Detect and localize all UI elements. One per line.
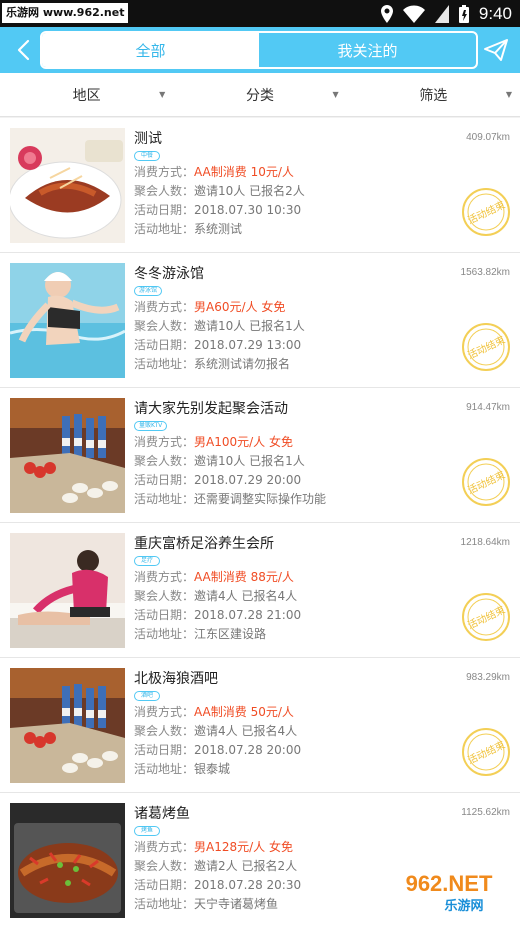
ended-stamp: 活动结束 [462, 593, 510, 641]
distance: 914.47km [466, 402, 510, 413]
activity-photo [10, 263, 125, 378]
svg-text:乐游网: 乐游网 [444, 898, 483, 914]
people-row: 聚会人数：邀请2人 已报名2人 [134, 859, 298, 873]
list-item[interactable]: 测试 409.07km 中餐 消费方式：AA制消费 10元/人 聚会人数：邀请1… [0, 118, 520, 253]
address-row: 活动地址：系统测试请勿报名 [134, 357, 291, 371]
category-tag: 足疗 [134, 556, 160, 566]
svg-text:962.NET: 962.NET [406, 871, 493, 896]
list-item[interactable]: 诸葛烤鱼 1125.62km 烤鱼 消费方式：男A128元/人 女免 聚会人数：… [0, 793, 520, 925]
watermark-badge: 乐游网 www.962.net [2, 3, 129, 23]
battery-icon [458, 4, 469, 23]
tab-all[interactable]: 全部 [42, 33, 259, 67]
list-item[interactable]: 重庆富桥足浴养生会所 1218.64km 足疗 消费方式：AA制消费 88元/人… [0, 523, 520, 658]
filter-region[interactable]: 地区 ▼ [0, 73, 173, 116]
activity-title: 测试 [134, 131, 162, 147]
dropdown-arrow-icon: ▼ [159, 90, 166, 99]
paper-plane-icon [484, 39, 508, 61]
activity-title: 冬冬游泳馆 [134, 266, 204, 282]
filter-region-label: 地区 [72, 87, 101, 104]
distance: 409.07km [466, 132, 510, 143]
list-item[interactable]: 请大家先别发起聚会活动 914.47km 量贩KTV 消费方式：男A100元/人… [0, 388, 520, 523]
filter-screen[interactable]: 筛选 ▼ [347, 73, 520, 116]
people-row: 聚会人数：邀请4人 已报名4人 [134, 589, 298, 603]
chevron-left-icon [17, 39, 30, 61]
filter-screen-label: 筛选 [419, 87, 448, 104]
cost-row: 消费方式：AA制消费 50元/人 [134, 705, 294, 719]
dropdown-arrow-icon: ▼ [505, 90, 512, 99]
activity-photo [10, 803, 125, 918]
activity-list: 测试 409.07km 中餐 消费方式：AA制消费 10元/人 聚会人数：邀请1… [0, 118, 520, 925]
top-bar: 全部 我关注的 [0, 27, 520, 73]
activity-title: 重庆富桥足浴养生会所 [134, 536, 274, 552]
date-row: 活动日期：2018.07.29 20:00 [134, 473, 302, 487]
people-row: 聚会人数：邀请4人 已报名4人 [134, 724, 298, 738]
address-row: 活动地址：银泰城 [134, 762, 231, 776]
activity-title: 诸葛烤鱼 [134, 806, 190, 822]
cost-row: 消费方式：男A100元/人 女免 [134, 435, 293, 449]
people-row: 聚会人数：邀请10人 已报名1人 [134, 319, 305, 333]
people-row: 聚会人数：邀请10人 已报名1人 [134, 454, 305, 468]
category-tag: 烤鱼 [134, 826, 160, 836]
address-row: 活动地址：系统测试 [134, 222, 243, 236]
list-item[interactable]: 冬冬游泳馆 1563.82km 游泳馆 消费方式：男A60元/人 女免 聚会人数… [0, 253, 520, 388]
segment-control: 全部 我关注的 [40, 31, 478, 69]
ended-stamp: 活动结束 [462, 323, 510, 371]
tab-following[interactable]: 我关注的 [259, 33, 476, 67]
filter-category-label: 分类 [245, 87, 274, 104]
activity-photo [10, 668, 125, 783]
filter-bar: 地区 ▼ 分类 ▼ 筛选 ▼ [0, 73, 520, 117]
category-tag: 游泳馆 [134, 286, 163, 296]
status-bar: 乐游网 www.962.net 9:40 [0, 0, 520, 27]
address-row: 活动地址：还需要调整实际操作功能 [134, 492, 327, 506]
ended-stamp: 活动结束 [462, 728, 510, 776]
clock: 9:40 [478, 3, 512, 23]
ended-stamp: 活动结束 [462, 458, 510, 506]
filter-category[interactable]: 分类 ▼ [173, 73, 346, 116]
site-watermark-logo: 962.NET 乐游网 [384, 867, 514, 915]
date-row: 活动日期：2018.07.28 20:00 [134, 743, 302, 757]
category-tag: 酒吧 [134, 691, 160, 701]
date-row: 活动日期：2018.07.28 20:30 [134, 878, 302, 892]
cost-row: 消费方式：男A128元/人 女免 [134, 840, 293, 854]
category-tag: 中餐 [134, 151, 160, 161]
address-row: 活动地址：天宁寺诸葛烤鱼 [134, 897, 279, 911]
date-row: 活动日期：2018.07.30 10:30 [134, 203, 302, 217]
ended-stamp: 活动结束 [462, 188, 510, 236]
activity-photo [10, 128, 125, 243]
people-row: 聚会人数：邀请10人 已报名2人 [134, 184, 305, 198]
signal-icon [434, 4, 449, 23]
distance: 1125.62km [461, 807, 510, 818]
distance: 1218.64km [460, 537, 510, 548]
cost-row: 消费方式：男A60元/人 女免 [134, 300, 286, 314]
list-item[interactable]: 北极海狼酒吧 983.29km 酒吧 消费方式：AA制消费 50元/人 聚会人数… [0, 658, 520, 793]
dropdown-arrow-icon: ▼ [332, 90, 339, 99]
publish-button[interactable] [478, 33, 514, 67]
wifi-icon [402, 5, 425, 23]
date-row: 活动日期：2018.07.29 13:00 [134, 338, 302, 352]
activity-photo [10, 398, 125, 513]
cost-row: 消费方式：AA制消费 88元/人 [134, 570, 294, 584]
distance: 983.29km [466, 672, 510, 683]
cost-row: 消费方式：AA制消费 10元/人 [134, 165, 294, 179]
date-row: 活动日期：2018.07.28 21:00 [134, 608, 302, 622]
address-row: 活动地址：江东区建设路 [134, 627, 267, 641]
activity-title: 请大家先别发起聚会活动 [134, 401, 288, 417]
location-icon [380, 4, 393, 23]
back-button[interactable] [6, 33, 40, 67]
distance: 1563.82km [460, 267, 510, 278]
category-tag: 量贩KTV [134, 421, 168, 431]
activity-title: 北极海狼酒吧 [134, 671, 218, 687]
activity-photo [10, 533, 125, 648]
